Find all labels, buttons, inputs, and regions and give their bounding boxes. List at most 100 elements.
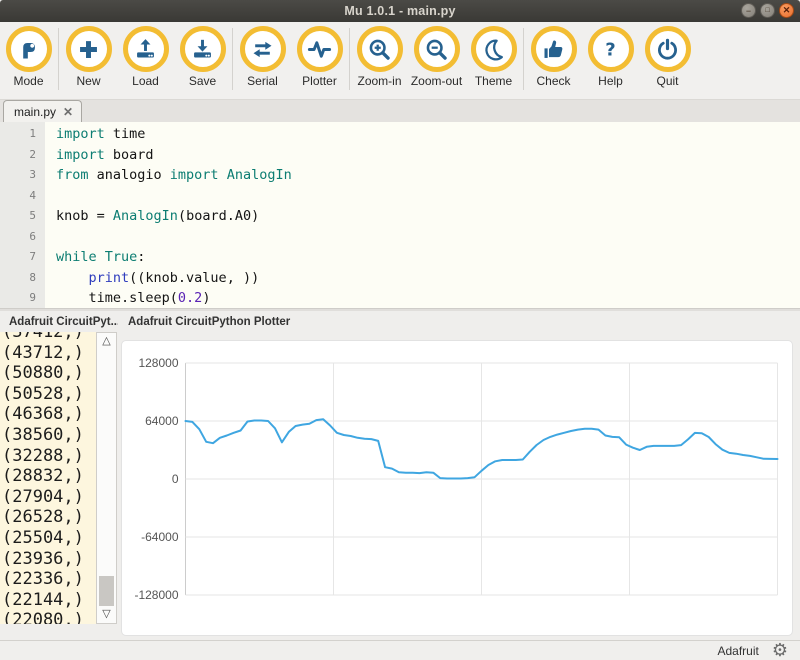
tab-label: main.py [14,105,56,119]
serial-output[interactable]: (37412,)(43712,)(50880,)(50528,)(46368,)… [0,332,96,624]
save-button[interactable]: Save [174,26,231,88]
toolbar-button-label: Plotter [302,74,337,88]
serial-value: (23936,) [2,549,96,570]
tab-bar: main.py ✕ [0,99,800,122]
svg-text:128000: 128000 [138,356,178,370]
toolbar-button-label: Serial [247,74,278,88]
serial-pane-title: Adafruit CircuitPyt... [0,316,118,328]
line-number: 8 [0,268,36,289]
line-number: 6 [0,227,36,248]
toolbar-button-label: Quit [656,74,678,88]
bottom-panes: (37412,)(43712,)(50880,)(50528,)(46368,)… [0,332,800,640]
plotter-pane-title: Adafruit CircuitPython Plotter [118,316,290,328]
help-button[interactable]: ? Help [582,26,639,88]
serial-value: (22080,) [2,610,96,624]
toolbar-button-label: Save [189,74,216,88]
new-icon [66,26,112,72]
mode-status-label: Adafruit [718,644,759,658]
plotter-icon [297,26,343,72]
code-line: knob = AnalogIn(board.A0) [56,206,800,227]
mode-button[interactable]: Mode [0,26,57,88]
serial-value: (38560,) [2,425,96,446]
toolbar-button-label: Mode [13,74,43,88]
save-icon [180,26,226,72]
toolbar-button-label: Check [536,74,570,88]
quit-icon [645,26,691,72]
serial-value: (32288,) [2,446,96,467]
toolbar-group: Mode [0,26,57,88]
toolbar-separator [523,28,524,90]
toolbar-group: New Load Save [60,26,231,88]
check-icon [531,26,577,72]
serial-pane: (37412,)(43712,)(50880,)(50528,)(46368,)… [0,332,117,640]
theme-button[interactable]: Theme [465,26,522,88]
code-line: print((knob.value, )) [56,268,800,289]
maximize-icon[interactable]: □ [760,3,775,18]
code-line [56,186,800,207]
scroll-down-icon[interactable]: ▽ [97,608,116,621]
toolbar-group: Zoom-in Zoom-out Theme [351,26,522,88]
scrollbar-thumb[interactable] [99,576,114,606]
svg-text:?: ? [605,39,615,60]
code-line: while True: [56,247,800,268]
serial-value: (37412,) [2,332,96,343]
toolbar-group: Check? Help Quit [525,26,696,88]
toolbar-separator [349,28,350,90]
svg-text:-64000: -64000 [141,530,179,544]
toolbar-group: Serial Plotter [234,26,348,88]
serial-button[interactable]: Serial [234,26,291,88]
window-controls: − □ ✕ [741,3,794,18]
toolbar-separator [58,28,59,90]
titlebar: Mu 1.0.1 - main.py − □ ✕ [0,0,800,22]
svg-text:0: 0 [172,472,179,486]
minimize-icon[interactable]: − [741,3,756,18]
serial-value: (46368,) [2,404,96,425]
serial-value: (50528,) [2,384,96,405]
code-editor[interactable]: 123456789 import timeimport boardfrom an… [0,122,800,308]
plotter-button[interactable]: Plotter [291,26,348,88]
quit-button[interactable]: Quit [639,26,696,88]
toolbar-button-label: Theme [475,74,512,88]
tab-close-icon[interactable]: ✕ [63,106,73,118]
scroll-up-icon[interactable]: △ [97,335,116,348]
plotter-pane: 128000640000-64000-128000 [117,332,800,640]
toolbar-separator [232,28,233,90]
code-line: time.sleep(0.2) [56,288,800,308]
serial-value: (50880,) [2,363,96,384]
code-line: from analogio import AnalogIn [56,165,800,186]
window-title: Mu 1.0.1 - main.py [0,4,800,18]
toolbar-button-label: New [76,74,100,88]
line-number: 3 [0,165,36,186]
line-number: 1 [0,124,36,145]
toolbar-button-label: Help [598,74,623,88]
serial-value: (27904,) [2,487,96,508]
zoom-in-icon [357,26,403,72]
close-icon[interactable]: ✕ [779,3,794,18]
line-number: 4 [0,186,36,207]
code-line [56,227,800,248]
code-line: import board [56,145,800,166]
theme-icon [471,26,517,72]
check-button[interactable]: Check [525,26,582,88]
toolbar: ModeNewLoadSaveSerialPlotterZoom-inZoom-… [0,22,800,99]
pane-headers: Adafruit CircuitPyt... Adafruit CircuitP… [0,311,800,332]
zoom-in-button[interactable]: Zoom-in [351,26,408,88]
serial-value: (22336,) [2,569,96,590]
load-button[interactable]: Load [117,26,174,88]
tab-main-py[interactable]: main.py ✕ [3,100,82,122]
zoom-out-button[interactable]: Zoom-out [408,26,465,88]
serial-scrollbar[interactable]: △ ▽ [96,332,117,624]
mu-editor-window: Mu 1.0.1 - main.py − □ ✕ Mode New Load Save… [0,0,800,660]
plotter-chart: 128000640000-64000-128000 [121,340,793,636]
new-button[interactable]: New [60,26,117,88]
serial-value: (28832,) [2,466,96,487]
line-number: 5 [0,206,36,227]
mode-icon [6,26,52,72]
status-bar: Adafruit ⚙ [0,640,800,660]
gear-icon[interactable]: ⚙ [772,641,788,659]
serial-value: (25504,) [2,528,96,549]
serial-value: (22144,) [2,590,96,611]
serial-value: (26528,) [2,507,96,528]
toolbar-button-label: Zoom-in [357,74,401,88]
serial-icon [240,26,286,72]
